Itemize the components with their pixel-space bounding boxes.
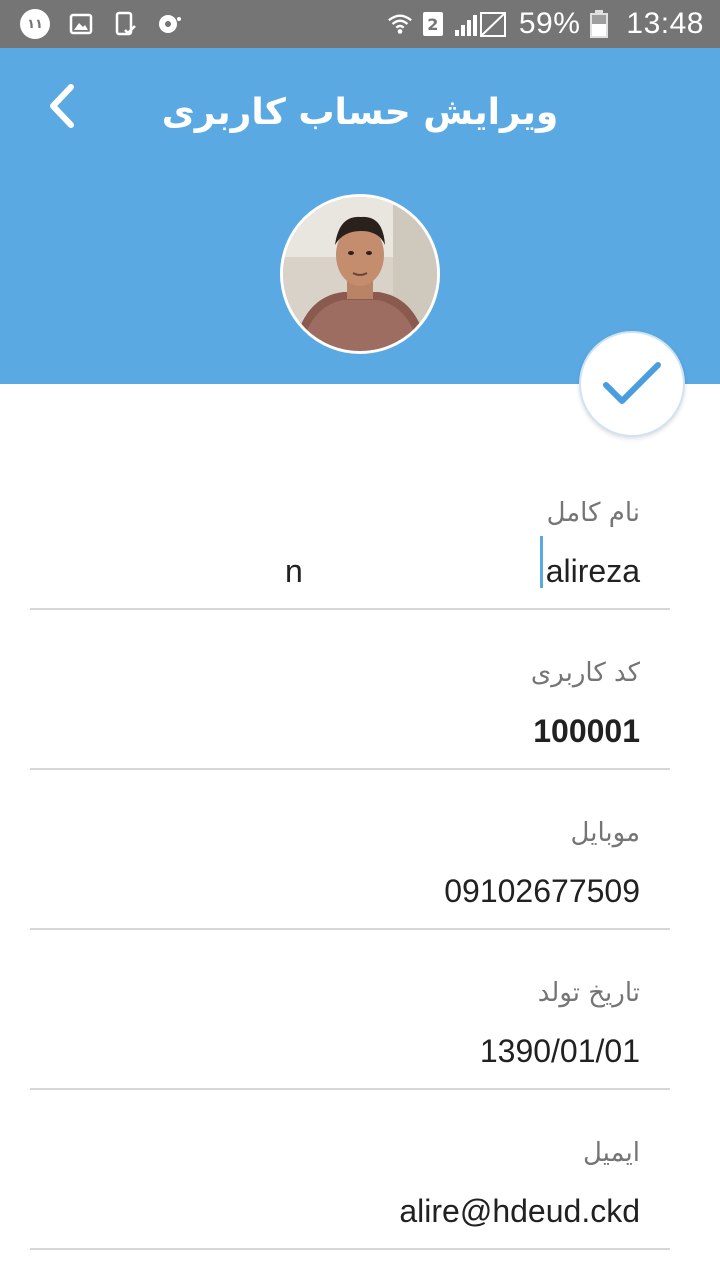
profile-photo bbox=[283, 197, 437, 351]
avatar[interactable] bbox=[280, 194, 440, 354]
status-bar-left: ۱۱ bbox=[20, 8, 182, 40]
wifi-icon bbox=[387, 11, 413, 37]
notification-count-badge: ۱۱ bbox=[20, 9, 50, 39]
email-label: ایمیل bbox=[582, 1138, 640, 1168]
mobile-input[interactable]: 09102677509 bbox=[444, 873, 640, 910]
email-field[interactable]: ایمیل alire@hdeud.ckd bbox=[30, 1090, 670, 1250]
sync-disc-icon bbox=[156, 11, 182, 37]
birth-date-label: تاریخ تولد bbox=[537, 978, 640, 1008]
chevron-left-icon bbox=[50, 84, 74, 128]
phone-check-icon bbox=[112, 11, 138, 37]
user-code-value: 100001 bbox=[533, 713, 640, 749]
full-name-label: نام کامل bbox=[546, 498, 640, 528]
status-bar-right: 2 59% 13:48 bbox=[387, 7, 704, 40]
user-code-label: کد کاربری bbox=[530, 658, 640, 688]
clock: 13:48 bbox=[626, 7, 704, 40]
mobile-field[interactable]: موبایل 09102677509 bbox=[30, 770, 670, 930]
full-name-field[interactable]: نام کامل n alireza bbox=[30, 384, 670, 610]
birth-date-field[interactable]: تاریخ تولد 1390/01/01 bbox=[30, 930, 670, 1090]
full-name-trailing-char: n bbox=[285, 553, 303, 589]
sim-slot-badge: 2 bbox=[422, 12, 443, 36]
mobile-label: موبایل bbox=[570, 818, 640, 848]
user-code-field: کد کاربری 100001 bbox=[30, 610, 670, 770]
signal-icon bbox=[453, 11, 509, 37]
page-title: ویرایش حساب کاربری bbox=[161, 92, 559, 133]
birth-date-input[interactable]: 1390/01/01 bbox=[480, 1033, 640, 1070]
back-button[interactable] bbox=[38, 82, 86, 130]
full-name-input[interactable]: alireza bbox=[546, 553, 640, 590]
status-bar: ۱۱ 2 59% 13:48 bbox=[0, 0, 720, 48]
battery-icon bbox=[590, 10, 609, 38]
profile-form: نام کامل n alireza کد کاربری 100001 موبا… bbox=[30, 384, 670, 1250]
battery-percent: 59% bbox=[518, 7, 581, 40]
email-input[interactable]: alire@hdeud.ckd bbox=[399, 1193, 640, 1230]
text-cursor bbox=[540, 536, 543, 588]
gallery-icon bbox=[68, 11, 94, 37]
